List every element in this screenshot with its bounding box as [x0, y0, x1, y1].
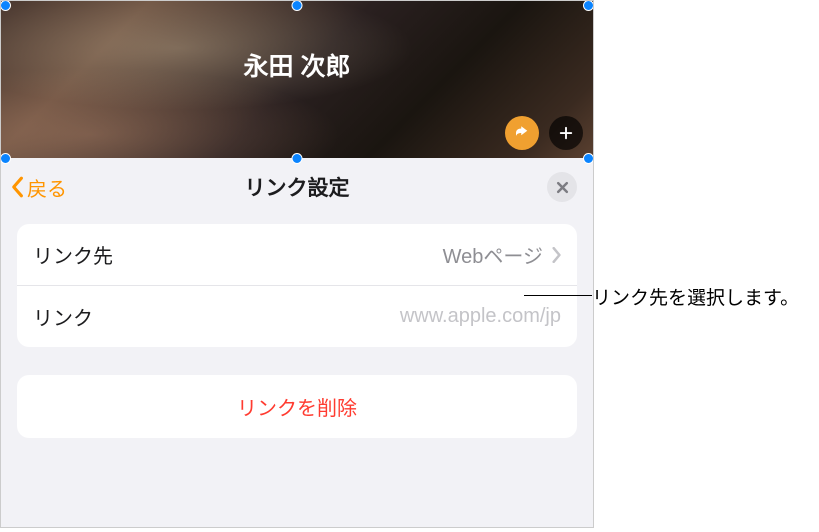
- close-icon: [556, 181, 569, 194]
- back-label: 戻る: [27, 173, 67, 202]
- app-window: 永田 次郎 戻る リンク設定: [0, 0, 594, 528]
- selection-handle[interactable]: [0, 153, 11, 164]
- link-target-row[interactable]: リンク先 Webページ: [17, 224, 577, 285]
- link-url-label: リンク: [33, 302, 93, 331]
- link-target-value-text: Webページ: [443, 240, 543, 269]
- callout-line: [524, 295, 592, 296]
- chevron-right-icon: [551, 247, 561, 263]
- link-url-row[interactable]: リンク www.apple.com/jp: [17, 285, 577, 347]
- plus-icon: [557, 124, 575, 142]
- link-target-label: リンク先: [33, 240, 113, 269]
- settings-group: リンク先 Webページ リンク www.apple.com/jp: [17, 224, 577, 347]
- delete-link-button[interactable]: リンクを削除: [17, 375, 577, 438]
- selection-handle[interactable]: [292, 0, 303, 11]
- share-arrow-icon: [513, 124, 531, 142]
- add-button[interactable]: [549, 116, 583, 150]
- selection-handle[interactable]: [583, 153, 594, 164]
- callout-text: リンク先を選択します。: [592, 284, 799, 313]
- title-slide-header[interactable]: 永田 次郎: [1, 1, 593, 158]
- slide-title: 永田 次郎: [244, 47, 351, 83]
- close-button[interactable]: [547, 172, 577, 202]
- selection-handle[interactable]: [0, 0, 11, 11]
- link-target-value: Webページ: [443, 240, 561, 269]
- header-buttons: [505, 116, 583, 150]
- link-url-placeholder: www.apple.com/jp: [400, 305, 561, 328]
- panel-header: 戻る リンク設定: [1, 158, 593, 216]
- chevron-left-icon: [9, 176, 25, 198]
- share-button[interactable]: [505, 116, 539, 150]
- selection-handle[interactable]: [292, 153, 303, 164]
- back-button[interactable]: 戻る: [9, 173, 67, 202]
- link-settings-panel: 戻る リンク設定 リンク先 Webページ リンク: [1, 158, 593, 527]
- delete-group: リンクを削除: [17, 375, 577, 438]
- selection-handle[interactable]: [583, 0, 594, 11]
- panel-title: リンク設定: [245, 172, 350, 202]
